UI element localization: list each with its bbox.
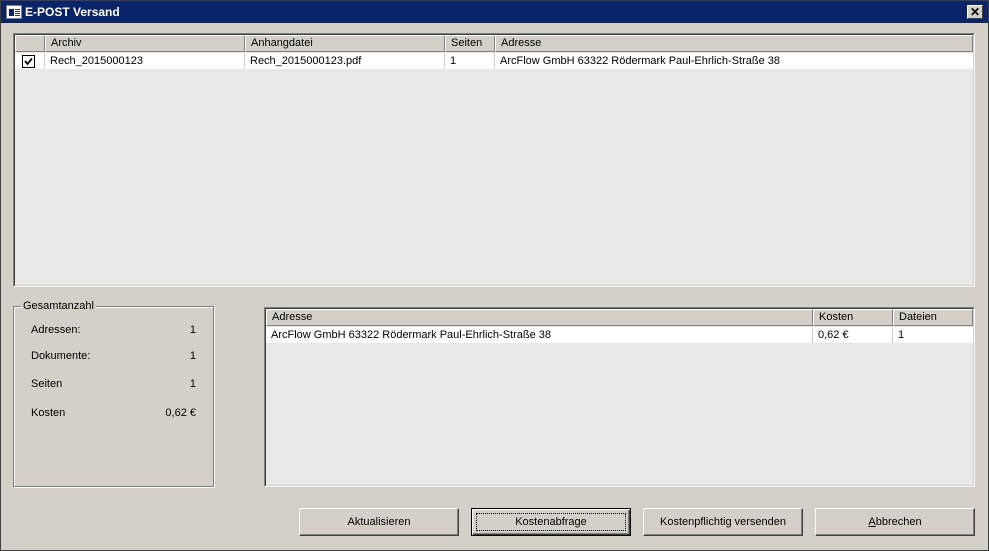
refresh-button[interactable]: Aktualisieren	[299, 508, 459, 536]
dialog-window: E-POST Versand ✕ Archiv Anhangdatei Seit…	[0, 0, 989, 551]
documents-table[interactable]: Archiv Anhangdatei Seiten Adresse Rech_2…	[13, 33, 975, 287]
title-bar: E-POST Versand ✕	[1, 1, 988, 23]
window-title: E-POST Versand	[25, 5, 120, 19]
stat-value-adressen: 1	[189, 324, 196, 336]
stat-value-dokumente: 1	[189, 350, 196, 362]
table-row[interactable]: ArcFlow GmbH 63322 Rödermark Paul-Ehrlic…	[266, 327, 973, 343]
cost-query-button-label: Kostenabfrage	[515, 516, 587, 528]
cell-adresse: ArcFlow GmbH 63322 Rödermark Paul-Ehrlic…	[500, 55, 780, 67]
summary-title: Gesamtanzahl	[21, 299, 96, 313]
column-header-seiten[interactable]: Seiten	[445, 35, 495, 52]
stat-label-dokumente: Dokumente:	[31, 350, 91, 362]
table-row[interactable]: Rech_2015000123 Rech_2015000123.pdf 1 Ar…	[15, 53, 973, 69]
column-header-dateien[interactable]: Dateien	[893, 309, 973, 326]
stat-value-seiten: 1	[189, 378, 196, 390]
column-header-kosten[interactable]: Kosten	[813, 309, 893, 326]
row-checkbox[interactable]	[22, 55, 35, 68]
cost-table[interactable]: Adresse Kosten Dateien ArcFlow GmbH 6332…	[264, 307, 975, 487]
cell-kosten: 0,62 €	[813, 327, 893, 343]
stat-label-seiten: Seiten	[31, 378, 63, 390]
column-header-check[interactable]	[15, 35, 45, 52]
column-header-archiv[interactable]: Archiv	[45, 35, 245, 52]
close-icon: ✕	[969, 5, 981, 19]
cancel-label-rest: bbrechen	[875, 516, 922, 528]
send-button-label: Kostenpflichtig versenden	[660, 516, 786, 528]
column-header-adresse[interactable]: Adresse	[266, 309, 813, 326]
cell-dateien: 1	[898, 329, 905, 341]
checkmark-icon	[24, 57, 33, 66]
cell-anhangdatei: Rech_2015000123.pdf	[245, 53, 445, 69]
column-header-anhangdatei[interactable]: Anhangdatei	[245, 35, 445, 52]
cancel-button[interactable]: Abbrechen	[815, 508, 975, 536]
cell-archiv: Rech_2015000123	[45, 53, 245, 69]
cost-query-button[interactable]: Kostenabfrage	[471, 508, 631, 536]
stat-value-kosten: 0,62 €	[165, 407, 196, 419]
row-checkbox-cell[interactable]	[15, 53, 45, 69]
close-button[interactable]: ✕	[967, 5, 983, 19]
cell-adresse: ArcFlow GmbH 63322 Rödermark Paul-Ehrlic…	[266, 327, 813, 343]
column-header-adresse[interactable]: Adresse	[495, 35, 973, 52]
stat-label-kosten: Kosten	[31, 407, 66, 419]
window-app-icon	[6, 5, 22, 19]
cancel-button-label: Abbrechen	[868, 516, 921, 528]
send-button[interactable]: Kostenpflichtig versenden	[643, 508, 803, 536]
refresh-button-label: Aktualisieren	[347, 516, 411, 528]
cancel-accelerator: A	[868, 516, 876, 528]
cell-seiten: 1	[445, 53, 495, 69]
stat-label-adressen: Adressen:	[31, 324, 81, 336]
